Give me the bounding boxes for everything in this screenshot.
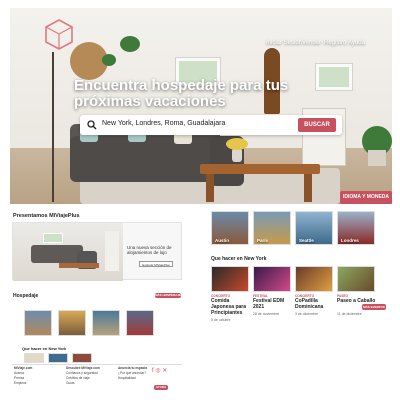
promo-image: [13, 223, 123, 281]
hero-banner: Iniciar Sesión Vender Registro Ayuda Enc…: [10, 8, 392, 204]
nav-help[interactable]: Ayuda: [348, 40, 365, 46]
hanging-plant: [102, 54, 116, 66]
event-date: 28 de noviembre: [253, 312, 280, 316]
footer-col-2: Descubre MiViaje.com Confianza y segurid…: [66, 366, 100, 386]
hospedaje-thumb[interactable]: [92, 310, 120, 336]
promo-title: Presentamos MiViajePlus: [13, 213, 80, 219]
event-title[interactable]: Comida Japonesa para Principiantes: [211, 298, 253, 316]
nav-sell[interactable]: Vender: [302, 40, 321, 46]
event-image[interactable]: [295, 266, 333, 292]
destination-label: Austin: [215, 238, 229, 243]
promo-card[interactable]: Una nueva sección de alojamientos de luj…: [12, 222, 182, 281]
vase: [232, 148, 242, 162]
footer-link[interactable]: Empleos: [14, 381, 32, 386]
flowers: [226, 138, 248, 150]
more-hospedaje-button[interactable]: MÁS HOSPEDAJE: [155, 293, 181, 298]
nav-login[interactable]: Iniciar Sesión: [266, 40, 302, 46]
destination-card[interactable]: Austin: [211, 211, 249, 245]
destination-card[interactable]: Seattle: [295, 211, 333, 245]
destination-card[interactable]: París: [253, 211, 291, 245]
destination-card[interactable]: Londres: [337, 211, 375, 245]
footer-divider: [12, 364, 182, 365]
hospedaje-thumb[interactable]: [24, 310, 52, 336]
sofa: [70, 136, 220, 182]
language-currency-button[interactable]: IDIOMA Y MONEDA: [340, 191, 392, 204]
hero-headline: Encuentra hospedaje para tus próximas va…: [74, 77, 289, 110]
help-button[interactable]: AYUDA: [154, 385, 168, 390]
event-image[interactable]: [337, 266, 375, 292]
event-image[interactable]: [253, 266, 291, 292]
destination-label: París: [257, 238, 269, 243]
table-leg: [206, 174, 214, 202]
footer-link[interactable]: Hospitalidad: [118, 376, 147, 381]
brand-logo-icon[interactable]: [44, 18, 74, 54]
floor-lamp: [52, 52, 54, 202]
event-thumb[interactable]: [72, 353, 92, 363]
social-icons[interactable]: f ◎ ✕: [152, 367, 167, 374]
table-leg: [304, 174, 312, 202]
footer-col-1: MiViaje.com Acerca Prensa Empleos: [14, 366, 32, 386]
footer-col-3: Anuncia tu espacio ¿Por qué anunciar? Ho…: [118, 366, 147, 381]
plant-pot: [368, 150, 386, 166]
event-thumb[interactable]: [48, 353, 68, 363]
search-button[interactable]: BUSCAR: [298, 118, 336, 132]
search-input[interactable]: New York, Londres, Roma, Guadalajara: [102, 120, 225, 127]
events-title: Que hacer en New York: [211, 256, 267, 262]
destination-label: Seattle: [299, 238, 314, 243]
event-image[interactable]: [211, 266, 249, 292]
hanging-plant: [120, 36, 140, 52]
promo-button[interactable]: Explorar MiViajePlus: [139, 261, 173, 267]
footer-link[interactable]: Guías: [66, 381, 100, 386]
event-date: 5 de octubre: [211, 318, 231, 322]
events-left-title: Que hacer en New York: [22, 346, 67, 351]
event-thumb[interactable]: [24, 353, 44, 363]
hospedaje-title: Hospedaje: [13, 293, 39, 299]
event-date: 3 de diciembre: [295, 312, 318, 316]
coffee-table: [200, 164, 320, 174]
more-events-button[interactable]: MÁS EVENTOS: [362, 304, 386, 310]
event-title[interactable]: Festival EDM 2021: [253, 298, 293, 310]
event-title[interactable]: CoPadilla Dominicana: [295, 298, 335, 310]
destination-label: Londres: [341, 238, 359, 243]
search-icon: [87, 120, 97, 130]
search-bar[interactable]: New York, Londres, Roma, Guadalajara BUS…: [80, 115, 342, 135]
hospedaje-thumb[interactable]: [126, 310, 154, 336]
nav-register[interactable]: Registro: [324, 40, 346, 46]
promo-text: Una nueva sección de alojamientos de luj…: [127, 245, 172, 255]
event-date: 11 de diciembre: [337, 312, 362, 316]
hospedaje-thumb[interactable]: [58, 310, 86, 336]
